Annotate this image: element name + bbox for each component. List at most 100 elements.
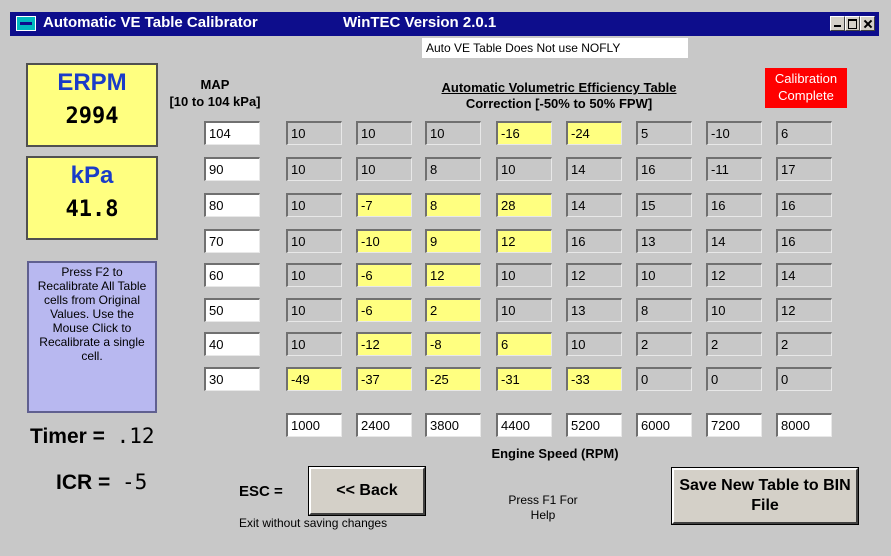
ve-cell[interactable]: -7 [356,193,412,217]
ve-cell[interactable]: 10 [496,263,552,287]
erpm-display: ERPM 2994 [26,63,158,147]
rpm-cell[interactable]: 3800 [425,413,481,437]
ve-cell[interactable]: -24 [566,121,622,145]
ve-cell[interactable]: 28 [496,193,552,217]
ve-cell[interactable]: 8 [425,193,481,217]
ve-cell[interactable]: 2 [636,332,692,356]
rpm-cell[interactable]: 4400 [496,413,552,437]
ve-cell[interactable]: -16 [496,121,552,145]
ve-cell[interactable]: 10 [286,121,342,145]
ve-cell[interactable]: 2 [706,332,762,356]
ve-cell[interactable]: 16 [776,193,832,217]
ve-cell[interactable]: 5 [636,121,692,145]
rpm-cell[interactable]: 7200 [706,413,762,437]
map-range: [10 to 104 kPa] [169,94,261,109]
ve-cell[interactable]: 16 [706,193,762,217]
ve-cell[interactable]: 10 [496,298,552,322]
ve-cell[interactable]: -25 [425,367,481,391]
ve-cell[interactable]: 17 [776,157,832,181]
map-header: MAP [10 to 104 kPa] [160,76,270,110]
back-button[interactable]: << Back [308,466,426,516]
ve-cell[interactable]: 10 [566,332,622,356]
map-cell[interactable]: 104 [204,121,260,145]
ve-cell[interactable]: -11 [706,157,762,181]
map-cell[interactable]: 50 [204,298,260,322]
app-icon[interactable] [16,16,36,31]
save-table-button[interactable]: Save New Table to BIN File [671,467,859,525]
map-cell[interactable]: 80 [204,193,260,217]
ve-cell[interactable]: 10 [286,263,342,287]
ve-cell[interactable]: 12 [496,229,552,253]
ve-cell[interactable]: -10 [356,229,412,253]
ve-cell[interactable]: 10 [706,298,762,322]
ve-cell[interactable]: 14 [776,263,832,287]
ve-cell[interactable]: 10 [286,229,342,253]
esc-label: ESC = [239,483,283,500]
ve-cell[interactable]: -6 [356,263,412,287]
ve-cell[interactable]: -8 [425,332,481,356]
map-cell[interactable]: 70 [204,229,260,253]
ve-cell[interactable]: 10 [286,332,342,356]
ve-cell[interactable]: 0 [776,367,832,391]
ve-cell[interactable]: -33 [566,367,622,391]
rpm-cell[interactable]: 8000 [776,413,832,437]
ve-cell[interactable]: -10 [706,121,762,145]
ve-cell[interactable]: 8 [425,157,481,181]
ve-cell[interactable]: 2 [776,332,832,356]
ve-cell[interactable]: 6 [776,121,832,145]
ve-cell[interactable]: 10 [636,263,692,287]
ve-cell[interactable]: 8 [636,298,692,322]
window-title: Automatic VE Table Calibrator [43,14,258,31]
ve-cell[interactable]: 14 [706,229,762,253]
rpm-cell[interactable]: 6000 [636,413,692,437]
maximize-icon[interactable] [845,16,860,31]
ve-cell[interactable]: 16 [566,229,622,253]
rpm-cell[interactable]: 2400 [356,413,412,437]
ve-cell[interactable]: 10 [286,193,342,217]
icr-value: -5 [121,470,148,494]
ve-cell[interactable]: 10 [425,121,481,145]
ve-cell[interactable]: -6 [356,298,412,322]
ve-cell[interactable]: 12 [706,263,762,287]
ve-cell[interactable]: 14 [566,157,622,181]
ve-cell[interactable]: 0 [706,367,762,391]
ve-cell[interactable]: 10 [356,157,412,181]
title-bar[interactable]: Automatic VE Table Calibrator WinTEC Ver… [10,12,879,36]
timer-readout: Timer = .12 [30,424,155,449]
map-cell[interactable]: 40 [204,332,260,356]
exit-hint: Exit without saving changes [239,516,388,530]
rpm-cell[interactable]: 1000 [286,413,342,437]
ve-cell[interactable]: 2 [425,298,481,322]
ve-cell[interactable]: 9 [425,229,481,253]
ve-cell[interactable]: 13 [566,298,622,322]
ve-cell[interactable]: 15 [636,193,692,217]
ve-cell[interactable]: -31 [496,367,552,391]
ve-cell[interactable]: 10 [286,298,342,322]
ve-cell[interactable]: 10 [356,121,412,145]
close-icon[interactable] [860,16,875,31]
ve-cell[interactable]: 16 [776,229,832,253]
ve-cell[interactable]: -37 [356,367,412,391]
map-cell[interactable]: 30 [204,367,260,391]
version-label: WinTEC Version 2.0.1 [343,14,497,31]
rpm-cell[interactable]: 5200 [566,413,622,437]
nofly-note: Auto VE Table Does Not use NOFLY [422,38,688,58]
ve-cell[interactable]: 10 [496,157,552,181]
ve-cell[interactable]: -12 [356,332,412,356]
ve-cell[interactable]: 6 [496,332,552,356]
kpa-label: kPa [70,162,114,189]
ve-cell[interactable]: 13 [636,229,692,253]
ve-cell[interactable]: 0 [636,367,692,391]
map-cell[interactable]: 60 [204,263,260,287]
ve-cell[interactable]: 10 [286,157,342,181]
ve-cell[interactable]: 12 [776,298,832,322]
ve-cell[interactable]: 14 [566,193,622,217]
ve-cell[interactable]: 12 [566,263,622,287]
ve-cell[interactable]: -49 [286,367,342,391]
calibrator-window: Automatic VE Table Calibrator WinTEC Ver… [0,0,891,556]
ve-cell[interactable]: 12 [425,263,481,287]
erpm-label: ERPM [57,69,127,96]
map-cell[interactable]: 90 [204,157,260,181]
ve-cell[interactable]: 16 [636,157,692,181]
minimize-icon[interactable] [830,16,845,31]
